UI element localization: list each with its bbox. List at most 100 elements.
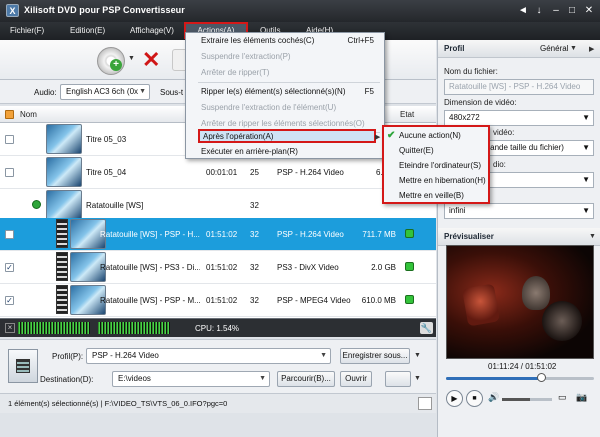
row-checkbox[interactable]: ✓ xyxy=(5,263,14,272)
seekbar-handle[interactable] xyxy=(536,373,546,382)
back-icon[interactable]: ◄ xyxy=(516,4,530,17)
table-row[interactable]: Ratatouille [WS] - PSP - H.... 01:51:02 32… xyxy=(0,218,436,251)
after-operation-submenu: ✔ Aucune action(N) Quitter(E) Eteindre l… xyxy=(382,125,490,204)
table-row[interactable]: ✓ Ratatouille [WS] - PSP - M... 01:51:02 32… xyxy=(0,284,436,317)
menu-affichage[interactable]: Affichage(V) xyxy=(130,22,174,40)
play-button[interactable]: ▶ xyxy=(446,390,463,407)
close-button[interactable]: ✕ xyxy=(582,4,596,17)
save-as-button[interactable]: Enregistrer sous... xyxy=(340,348,410,364)
submenu-item-sleep[interactable]: Mettre en veille(B) xyxy=(384,188,488,203)
row-name: Ratatouille [WS] xyxy=(86,201,144,210)
profile-select[interactable]: PSP - H.264 Video ▼ xyxy=(86,348,331,364)
title-bar: X Xilisoft DVD pour PSP Convertisseur ◄ … xyxy=(0,0,600,22)
filename-field[interactable]: Ratatouille [WS] - PSP - H.264 Video xyxy=(444,79,594,95)
log-icon[interactable] xyxy=(418,397,432,410)
open-button[interactable]: Ouvrir xyxy=(340,371,372,387)
preview-seekbar[interactable] xyxy=(446,377,594,380)
wrench-icon[interactable]: 🔧 xyxy=(420,322,433,334)
camera-icon[interactable]: 📷 xyxy=(576,392,587,403)
table-row[interactable]: ✓ Ratatouille [WS] - PS3 - Di... 01:51:02 3… xyxy=(0,251,436,284)
screen-icon[interactable]: ▭ xyxy=(558,392,567,403)
audio-select[interactable]: English AC3 6ch (0x ▼ xyxy=(60,84,150,100)
video-thumbnail xyxy=(46,157,82,187)
row-checkbox[interactable]: ✓ xyxy=(5,296,14,305)
subtitle-label: Sous-t xyxy=(160,88,184,97)
video-quality-select[interactable]: grande taille du fichier) ▼ xyxy=(478,140,594,156)
add-dvd-button[interactable]: + xyxy=(97,47,125,75)
row-duration: 00:01:01 xyxy=(206,168,238,177)
volume-icon[interactable]: 🔊 xyxy=(488,392,499,403)
menu-item-pause-extraction[interactable]: Suspendre l'extraction(P) xyxy=(186,49,384,65)
browse-button[interactable]: Parcourir(B)... xyxy=(277,371,335,387)
profile-mode-select[interactable]: Général xyxy=(540,44,568,53)
menu-fichier[interactable]: Fichier(F) xyxy=(10,22,44,40)
submenu-item-hibernate[interactable]: Mettre en hibernation(H) xyxy=(384,173,488,188)
menu-item-pause-item[interactable]: Suspendre l'extraction de l'élément(U) xyxy=(186,100,384,116)
expand-icon[interactable] xyxy=(32,200,41,209)
minimize-button[interactable]: – xyxy=(549,4,563,17)
status-indicator xyxy=(405,262,414,271)
menu-item-label: Suspendre l'extraction de l'élément(U) xyxy=(201,103,337,112)
output-settings: Profil(P): PSP - H.264 Video ▼ Enregistre… xyxy=(0,339,436,393)
cpu-meter xyxy=(18,322,90,334)
row-size: 2.0 GB xyxy=(371,263,396,272)
stop-button[interactable]: ■ xyxy=(466,390,483,407)
row-checkbox[interactable] xyxy=(5,230,14,239)
split-select[interactable]: infini ▼ xyxy=(444,203,594,219)
row-checkbox[interactable] xyxy=(5,135,14,144)
volume-slider[interactable] xyxy=(502,398,552,401)
chevron-down-icon[interactable]: ▼ xyxy=(570,45,577,52)
chevron-down-icon: ▼ xyxy=(320,352,327,359)
film-reel-icon xyxy=(56,285,68,314)
menu-separator xyxy=(198,82,380,83)
video-dimension-label: Dimension de vidéo: xyxy=(444,98,517,107)
download-icon[interactable]: ↓ xyxy=(532,4,546,17)
submenu-item-no-action[interactable]: Aucune action(N) xyxy=(384,128,488,143)
chevron-down-icon[interactable]: ▼ xyxy=(414,375,421,382)
maximize-button[interactable]: □ xyxy=(565,4,579,17)
destination-input[interactable]: E:\videos ▼ xyxy=(112,371,270,387)
cpu-text: CPU: 1.54% xyxy=(195,324,240,333)
preview-time: 01:11:24 / 01:51:02 xyxy=(488,362,557,371)
audio-quality-label: dio: xyxy=(493,160,506,169)
chevron-down-icon[interactable]: ▼ xyxy=(589,233,596,240)
row-profile: PSP - MPEG4 Video xyxy=(277,296,351,305)
video-dimension-value: 480x272 xyxy=(449,113,480,122)
status-indicator xyxy=(405,295,414,304)
collapse-icon[interactable]: ▶ xyxy=(589,45,594,53)
menu-item-label: Exécuter en arrière-plan(R) xyxy=(201,147,298,156)
submenu-item-quit[interactable]: Quitter(E) xyxy=(384,143,488,158)
row-checkbox[interactable] xyxy=(5,168,14,177)
menu-item-run-background[interactable]: Exécuter en arrière-plan(R) xyxy=(186,144,384,160)
remove-button[interactable]: ✕ xyxy=(142,49,160,71)
video-dimension-select[interactable]: 480x272 ▼ xyxy=(444,110,594,126)
chevron-down-icon[interactable]: ▼ xyxy=(414,352,421,359)
select-all-checkbox[interactable] xyxy=(5,110,14,119)
convert-button[interactable] xyxy=(385,371,411,387)
menu-item-label: Ripper le(s) élément(s) sélectionné(s)(N… xyxy=(201,87,346,96)
menu-item-after-operation[interactable]: Après l'opération(A) xyxy=(198,129,376,143)
submenu-item-shutdown[interactable]: Eteindre l'ordinateur(S) xyxy=(384,158,488,173)
chevron-down-icon[interactable]: ▼ xyxy=(128,55,135,62)
status-bar: 1 élément(s) sélectionné(s) | F:\VIDEO_T… xyxy=(0,393,436,413)
row-chapters: 32 xyxy=(250,263,259,272)
window-title: Xilisoft DVD pour PSP Convertisseur xyxy=(24,5,185,15)
row-name: Ratatouille [WS] - PSP - M... xyxy=(100,296,200,305)
cpu-close-icon[interactable]: × xyxy=(5,323,15,333)
column-state[interactable]: Etat xyxy=(400,106,414,123)
filename-label: Nom du fichier: xyxy=(444,67,498,76)
row-name: Titre 05_04 xyxy=(86,168,127,177)
chevron-down-icon: ▼ xyxy=(259,375,266,382)
menu-item-extract-checked[interactable]: Extraire les éléments cochés(C) Ctrl+F5 xyxy=(186,33,384,49)
row-size: 711.7 MB xyxy=(362,230,396,239)
column-name[interactable]: Nom xyxy=(20,106,37,123)
right-panel: Profil Général ▼ ▶ Nom du fichier: Ratat… xyxy=(437,40,600,437)
row-profile: PS3 - DivX Video xyxy=(277,263,339,272)
audio-select-value: English AC3 6ch (0x xyxy=(66,87,139,96)
menu-item-stop-ripping[interactable]: Arrêter de ripper(T) xyxy=(186,65,384,81)
menu-item-rip-selected[interactable]: Ripper le(s) élément(s) sélectionné(s)(N… xyxy=(186,84,384,100)
audio-quality-select[interactable]: ▼ xyxy=(478,172,594,188)
menu-edition[interactable]: Edition(E) xyxy=(70,22,105,40)
menu-item-label: Après l'opération(A) xyxy=(203,132,274,141)
table-row[interactable]: Titre 05_0400:01:0125PSP - H.264 Video6.… xyxy=(0,156,436,189)
